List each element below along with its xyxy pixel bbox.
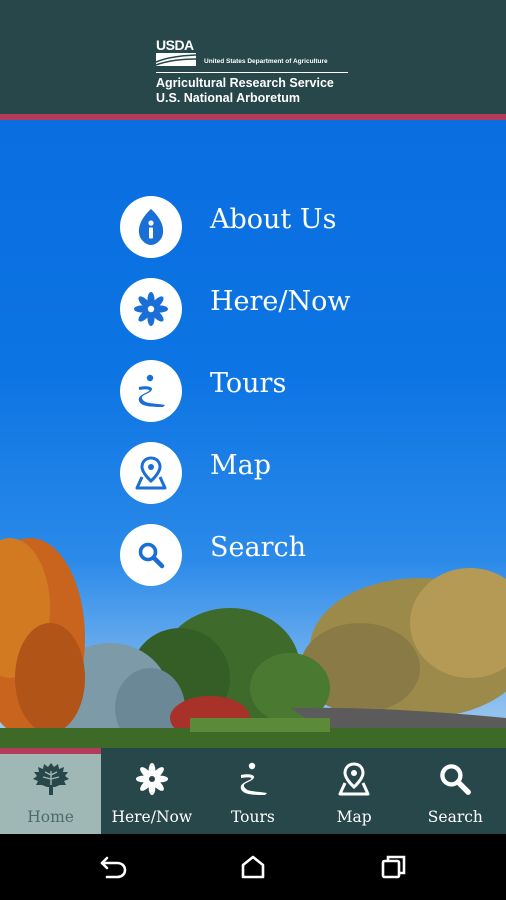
usda-mark: USDA [156,38,198,68]
menu-label: About Us [210,203,337,235]
tour-path-icon [235,760,271,798]
info-leaf-icon [120,196,182,258]
usda-logo-text: USDA [156,37,194,53]
tab-map[interactable]: Map [304,748,405,834]
tab-label: Search [427,808,483,826]
search-icon [120,524,182,586]
map-pin-icon [120,442,182,504]
menu-item-tours[interactable]: Tours [120,360,351,422]
usda-ars-logo: USDA United States Department of Agricul… [156,38,356,106]
search-icon [437,760,473,798]
home-hero: About Us Here/Now Tours Map Search [0,120,506,748]
system-navigation-bar [0,834,506,900]
home-icon[interactable] [238,854,268,880]
bottom-tab-bar: Home Here/Now Tours Map Search [0,748,506,834]
app-header: USDA United States Department of Agricul… [0,0,506,114]
flower-icon [120,278,182,340]
tab-label: Tours [231,808,275,826]
menu-label: Map [210,449,272,481]
menu-item-search[interactable]: Search [120,524,351,586]
menu-label: Here/Now [210,285,351,317]
tab-here-now[interactable]: Here/Now [101,748,202,834]
menu-item-about-us[interactable]: About Us [120,196,351,258]
unit-name: U.S. National Arboretum [156,91,300,105]
menu-item-here-now[interactable]: Here/Now [120,278,351,340]
tab-label: Map [336,808,372,826]
logo-divider [156,72,348,73]
back-icon[interactable] [99,854,129,880]
tab-label: Here/Now [111,808,193,826]
tab-tours[interactable]: Tours [202,748,303,834]
flower-icon [135,760,169,798]
tree-icon [31,760,71,798]
tab-label: Home [27,808,74,826]
agency-name: Agricultural Research Service [156,76,334,90]
menu-item-map[interactable]: Map [120,442,351,504]
usda-fields-graphic [156,53,196,66]
map-pin-icon [336,760,372,798]
department-name: United States Department of Agriculture [204,58,328,65]
menu-label: Tours [210,367,287,399]
recents-icon[interactable] [378,854,408,880]
tab-search[interactable]: Search [405,748,506,834]
main-menu: About Us Here/Now Tours Map Search [120,196,351,606]
tour-path-icon [120,360,182,422]
tab-home[interactable]: Home [0,748,102,834]
menu-label: Search [210,531,306,563]
